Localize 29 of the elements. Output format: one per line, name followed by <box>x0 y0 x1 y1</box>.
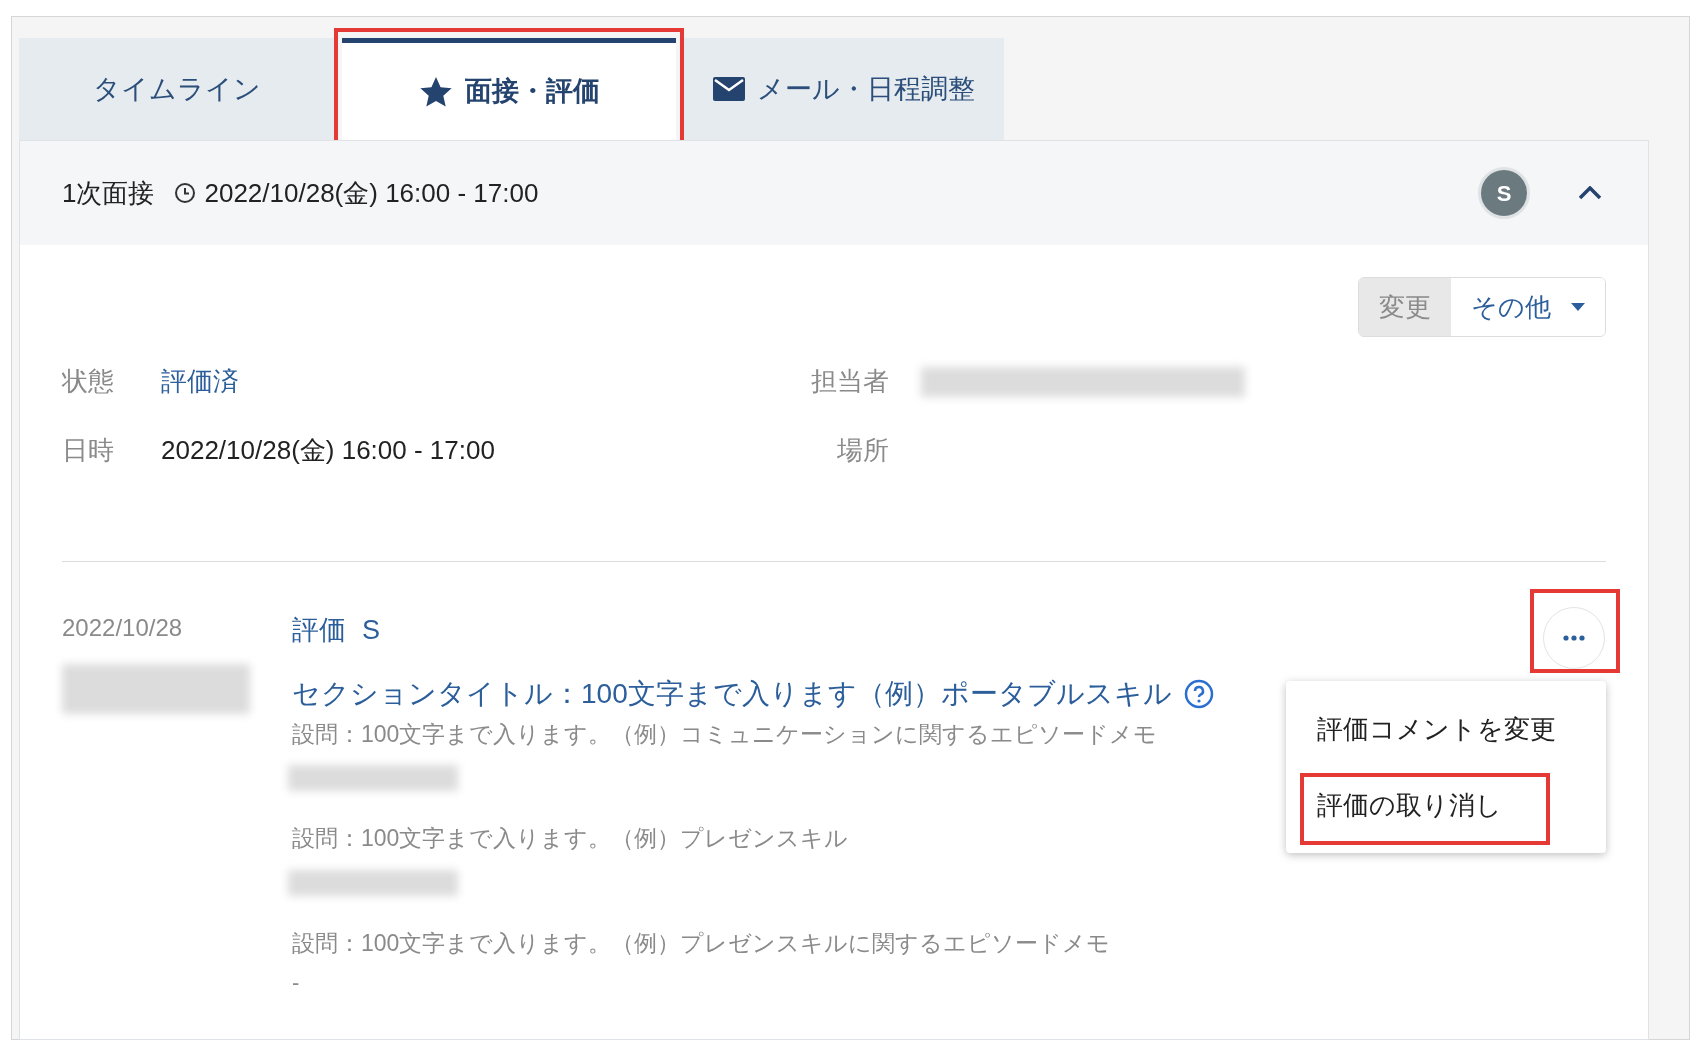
answer-text: - <box>292 969 301 997</box>
menu-item[interactable]: 評価の取り消し <box>1286 767 1606 843</box>
evaluation-date: 2022/10/28 <box>62 613 184 643</box>
question-text: 設問：100文字まで入ります。（例）コミュニケーションに関するエピソードメモ <box>292 719 1158 749</box>
detail-label: 場所 <box>836 434 890 467</box>
detail-label: 日時 <box>62 434 115 467</box>
tab[interactable]: タイムライン <box>19 38 334 140</box>
caret-icon <box>1571 303 1585 311</box>
chevron-up-icon <box>1578 186 1602 200</box>
question-text: 設問：100文字まで入ります。（例）プレゼンスキル <box>292 824 849 853</box>
section-title: セクションタイトル：100文字まで入ります（例）ポータブルスキル <box>292 676 1172 711</box>
evaluation-grade: S <box>362 614 380 647</box>
detail-label: 状態 <box>62 365 115 398</box>
interview-title: 1次面接 <box>62 176 155 210</box>
detail-value: 2022/10/28(金) 16:00 - 17:00 <box>161 434 495 467</box>
status-link[interactable]: 評価済 <box>161 362 239 401</box>
question-text: 設問：100文字まで入ります。（例）プレゼンスキルに関するエピソードメモ <box>292 928 1111 958</box>
evaluation-title: 評価 <box>292 614 346 647</box>
detail-label: 担当者 <box>810 365 890 398</box>
mail-icon <box>713 77 745 101</box>
star-icon <box>418 75 453 108</box>
help-icon[interactable] <box>1183 678 1214 709</box>
tab[interactable]: 面接・評価 <box>342 38 676 140</box>
ellipsis-icon <box>1563 635 1585 641</box>
menu-item[interactable]: 評価コメントを変更 <box>1286 691 1606 767</box>
clock-icon <box>174 182 197 204</box>
interview-time: 2022/10/28(金) 16:00 - 17:00 <box>204 176 539 210</box>
avatar[interactable]: S <box>1478 167 1530 219</box>
tab[interactable]: メール・日程調整 <box>684 38 1004 140</box>
